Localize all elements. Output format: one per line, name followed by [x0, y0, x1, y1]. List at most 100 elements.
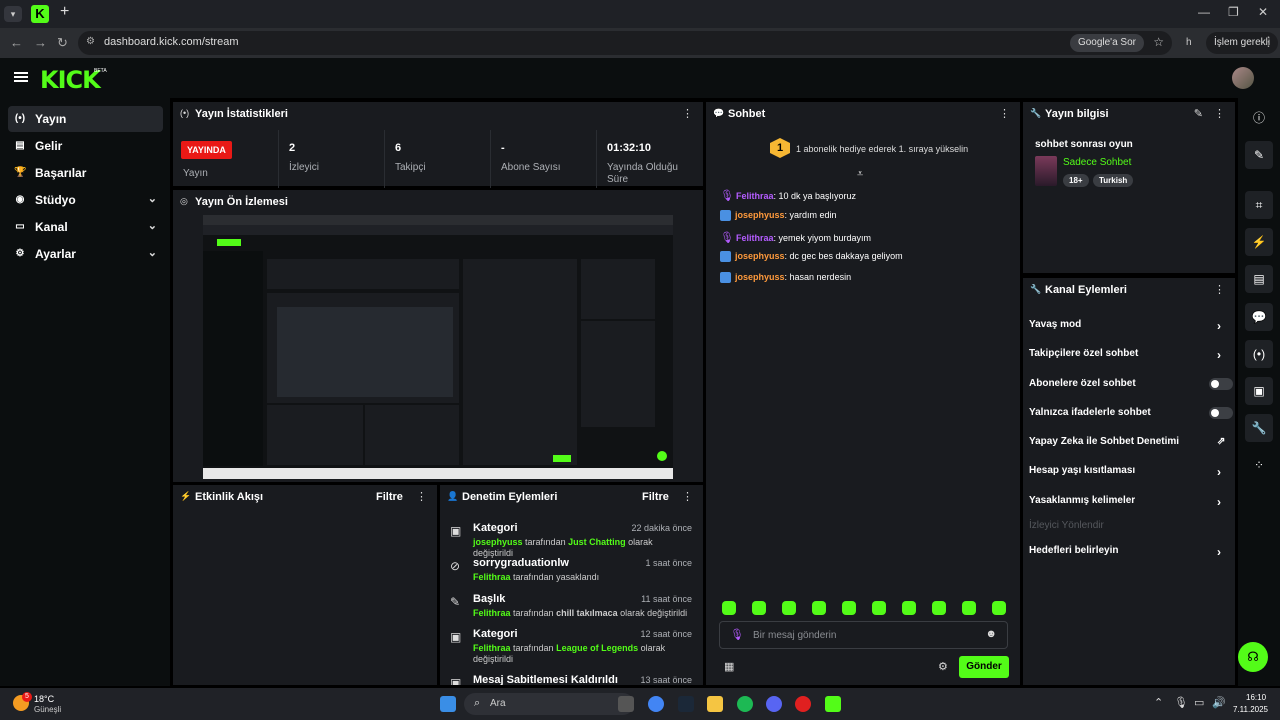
search-input[interactable]: ⌕ Ara	[464, 693, 634, 715]
back-icon[interactable]: ←	[10, 35, 23, 50]
category-link[interactable]: League of Legends	[556, 643, 638, 653]
followers-only-item[interactable]: Takipçilere özel sohbet ›	[1029, 348, 1229, 368]
volume-icon[interactable]: 🔊	[1212, 696, 1226, 709]
slow-mode-item[interactable]: Yavaş mod ›	[1029, 319, 1229, 339]
sidebar-item-basarilar[interactable]: 🏆 Başarılar	[8, 160, 163, 186]
add-widget-icon[interactable]: ⁘	[1245, 451, 1273, 479]
address-bar[interactable]: ⚙ dashboard.kick.com/stream Google'a Sor…	[78, 31, 1172, 55]
tab-list-button[interactable]: ▾	[4, 6, 22, 22]
steam-icon[interactable]	[678, 696, 694, 712]
folder-icon[interactable]	[707, 696, 723, 712]
user-link[interactable]: josephyuss	[473, 537, 523, 547]
chat-username[interactable]: Felithraa	[736, 191, 774, 201]
spotify-icon[interactable]	[737, 696, 753, 712]
more-options-icon[interactable]: ⋮	[999, 107, 1010, 120]
kick-tab-icon[interactable]: K	[31, 5, 49, 23]
edit-icon[interactable]: ✎	[1194, 107, 1203, 120]
sidebar-item-yayin[interactable]: (•) Yayın	[8, 106, 163, 132]
pinned-toggle-icon[interactable]: ⩡	[857, 168, 863, 181]
sidebar-item-ayarlar[interactable]: ⚙ Ayarlar ⌄	[8, 241, 163, 267]
user-link[interactable]: Felithraa	[473, 572, 511, 582]
sidebar-item-kanal[interactable]: ▭ Kanal ⌄	[8, 214, 163, 240]
discord-icon[interactable]	[766, 696, 782, 712]
more-options-icon[interactable]: ⋮	[1214, 283, 1225, 296]
user-link[interactable]: Felithraa	[473, 608, 511, 618]
gear-icon[interactable]: ⚙	[938, 660, 948, 673]
emote-icon[interactable]	[812, 601, 826, 615]
sidebar-item-studyo[interactable]: ◉ Stüdyo ⌄	[8, 187, 163, 213]
emote-icon[interactable]	[782, 601, 796, 615]
tray-chevron-icon[interactable]: ⌃	[1154, 696, 1163, 709]
new-tab-button[interactable]: +	[60, 3, 69, 21]
stream-preview-video[interactable]	[203, 215, 673, 479]
emote-icon[interactable]	[962, 601, 976, 615]
store-icon[interactable]: ▦	[724, 660, 734, 673]
account-age-item[interactable]: Hesap yaşı kısıtlaması ›	[1029, 465, 1229, 485]
send-button[interactable]: Gönder	[959, 656, 1009, 678]
more-options-icon[interactable]: ⋮	[416, 490, 427, 503]
category-thumbnail[interactable]	[1035, 156, 1057, 186]
ai-moderation-item[interactable]: Yapay Zeka ile Sohbet Denetimi ⇗	[1029, 436, 1229, 456]
more-options-icon[interactable]: ⋮	[1214, 107, 1225, 120]
microphone-tray-icon[interactable]: 🎙	[1174, 696, 1188, 709]
subscribers-only-toggle[interactable]	[1209, 378, 1233, 390]
tag-badge[interactable]: Turkish	[1093, 174, 1134, 187]
chat-input[interactable]: 🎙 Bir mesaj gönderin ☻	[719, 621, 1008, 649]
user-link[interactable]: Felithraa	[473, 643, 511, 653]
goals-item[interactable]: Hedefleri belirleyin ›	[1029, 545, 1229, 565]
sidebar-item-gelir[interactable]: ▤ Gelir	[8, 133, 163, 159]
menu-icon[interactable]	[14, 72, 28, 82]
moderation-icon[interactable]: ▣	[1245, 377, 1273, 405]
profile-initial[interactable]: h	[1186, 37, 1192, 48]
more-options-icon[interactable]: ⋮	[682, 107, 693, 120]
browser-menu-icon[interactable]: ⋮	[1262, 34, 1275, 50]
tag-badge[interactable]: 18+	[1063, 174, 1089, 187]
chrome-icon[interactable]	[648, 696, 664, 712]
emoji-icon[interactable]: ☻	[985, 628, 997, 640]
emote-icon[interactable]	[722, 601, 736, 615]
broadcast-icon[interactable]: (•)	[1245, 340, 1273, 368]
gift-banner-text[interactable]: 1 abonelik hediye ederek 1. sıraya yükse…	[796, 144, 968, 154]
reload-icon[interactable]: ↻	[57, 35, 68, 51]
kick-logo[interactable]: KICK	[40, 66, 101, 94]
google-ask-button[interactable]: Google'a Sor	[1069, 34, 1144, 52]
forward-icon[interactable]: →	[34, 35, 47, 50]
emote-icon[interactable]	[992, 601, 1006, 615]
chat-username[interactable]: josephyuss	[735, 272, 785, 282]
kick-app-icon[interactable]	[825, 696, 841, 712]
document-icon[interactable]: ▤	[1245, 265, 1273, 293]
filter-button[interactable]: Filtre	[642, 491, 669, 503]
avatar[interactable]	[1232, 67, 1254, 89]
chat-username[interactable]: josephyuss	[735, 210, 785, 220]
banned-words-item[interactable]: Yasaklanmış kelimeler ›	[1029, 495, 1229, 515]
clock-time[interactable]: 16:10	[1246, 693, 1266, 702]
category-link[interactable]: Just Chatting	[568, 537, 626, 547]
emote-only-toggle[interactable]	[1209, 407, 1233, 419]
site-info-icon[interactable]: ⚙	[86, 36, 95, 47]
maximize-icon[interactable]: ❐	[1228, 5, 1239, 19]
chat-username[interactable]: Felithraa	[736, 233, 774, 243]
emote-icon[interactable]	[902, 601, 916, 615]
opera-icon[interactable]	[795, 696, 811, 712]
more-options-icon[interactable]: ⋮	[682, 490, 693, 503]
wrench-icon[interactable]: 🔧	[1245, 414, 1273, 442]
clock-date[interactable]: 7.11.2025	[1233, 705, 1268, 714]
emote-icon[interactable]	[872, 601, 886, 615]
category-link[interactable]: Sadece Sohbet	[1063, 157, 1131, 168]
emote-icon[interactable]	[932, 601, 946, 615]
filter-button[interactable]: Filtre	[376, 491, 403, 503]
chat-icon[interactable]: 💬	[1245, 303, 1273, 331]
bookmark-star-icon[interactable]: ☆	[1153, 35, 1164, 49]
chat-username[interactable]: josephyuss	[735, 251, 785, 261]
task-view-icon[interactable]	[618, 696, 634, 712]
info-icon[interactable]: ⓘ	[1245, 104, 1273, 132]
minimize-icon[interactable]: —	[1198, 5, 1210, 19]
network-icon[interactable]: ▭	[1194, 696, 1204, 709]
edit-icon[interactable]: ✎	[1245, 141, 1273, 169]
emote-icon[interactable]	[752, 601, 766, 615]
start-icon[interactable]	[440, 696, 456, 712]
close-icon[interactable]: ✕	[1258, 5, 1268, 19]
clip-icon[interactable]: ⌗	[1245, 191, 1273, 219]
support-icon[interactable]: ☊	[1238, 642, 1268, 672]
emote-icon[interactable]	[842, 601, 856, 615]
